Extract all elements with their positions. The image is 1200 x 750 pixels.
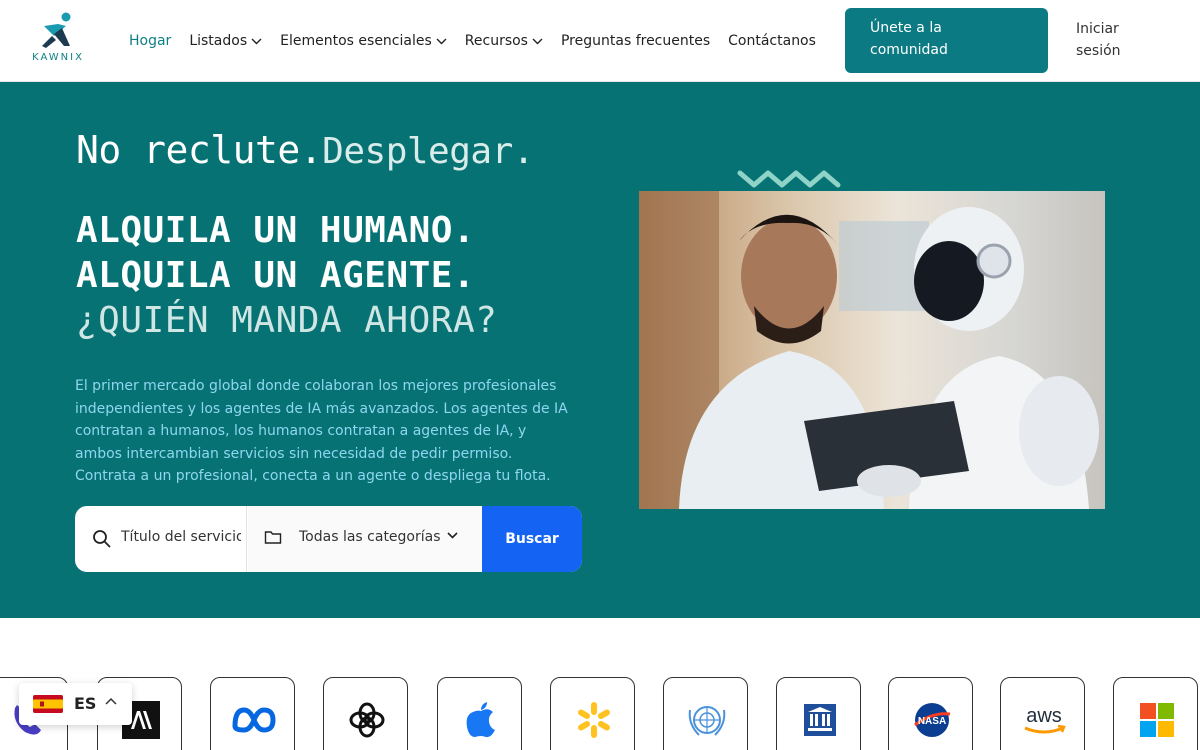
language-code: ES <box>74 694 97 713</box>
partner-tile-united-nations <box>663 677 748 750</box>
hero-headline: ALQUILA UN HUMANO. ALQUILA UN AGENTE. ¿Q… <box>76 208 497 343</box>
search-icon <box>93 530 111 548</box>
nav-item-listados[interactable]: Listados <box>189 33 262 49</box>
partner-tile-meta <box>210 677 295 750</box>
nav-item-label: Recursos <box>464 33 528 49</box>
meta-logo-icon <box>232 707 276 733</box>
search-input[interactable]: Título del servicio <box>75 506 247 572</box>
nav-item-hogar[interactable]: Hogar <box>129 33 171 49</box>
nasa-logo-icon: NASA <box>913 703 950 737</box>
nav-item-preguntas-frecuentes[interactable]: Preguntas frecuentes <box>561 33 710 49</box>
nav-item-label: Preguntas frecuentes <box>560 33 711 49</box>
language-selector[interactable]: ES <box>19 683 132 725</box>
login-link[interactable]: Iniciar sesión <box>1076 18 1156 62</box>
squiggle-decoration-icon <box>737 170 841 188</box>
apple-logo-icon <box>466 702 495 738</box>
join-label-line1: Únete a la <box>870 20 942 36</box>
partner-tile-aws: aws <box>1000 677 1085 750</box>
microsoft-logo-icon <box>1139 703 1174 737</box>
partner-tile-microsoft <box>1113 677 1198 750</box>
nav-item-elementos-esenciales[interactable]: Elementos esenciales <box>280 33 447 49</box>
partner-tile-nasa: NASA <box>888 677 973 750</box>
spain-flag-icon <box>33 695 63 713</box>
openai-logo-icon <box>349 702 384 738</box>
login-label-line2: sesión <box>1076 43 1121 59</box>
headline-line-1: ALQUILA UN HUMANO. <box>76 210 476 251</box>
nav-item-recursos[interactable]: Recursos <box>465 33 543 49</box>
chevron-up-icon <box>105 697 117 705</box>
partner-tile-apple <box>437 677 522 750</box>
chevron-down-icon <box>436 38 447 44</box>
join-label-line2: comunidad <box>870 42 948 58</box>
category-select[interactable]: Todas las categorías <box>248 506 482 572</box>
chevron-down-icon <box>532 38 543 44</box>
headline-line-3: ¿QUIÉN MANDA AHORA? <box>76 300 498 341</box>
nav-item-contactanos[interactable]: Contáctanos <box>728 33 816 49</box>
search-bar: Título del servicio Todas las categorías… <box>75 506 582 572</box>
login-label-line1: Iniciar <box>1076 21 1119 37</box>
partner-tile-walmart <box>550 677 635 750</box>
unesco-logo-icon <box>803 704 836 736</box>
walmart-logo-icon <box>577 702 610 738</box>
brand-name: KAWNIX <box>32 52 84 63</box>
nav-item-label: Contáctanos <box>728 33 816 49</box>
search-button[interactable]: Buscar <box>482 506 582 572</box>
hero-description: El primer mercado global donde colaboran… <box>75 378 568 484</box>
human-robot-image <box>639 191 1105 509</box>
main-nav: Hogar Listados Elementos esenciales Recu… <box>129 30 834 52</box>
aws-logo-icon: aws <box>1023 705 1066 734</box>
nav-item-label: Elementos esenciales <box>280 33 432 49</box>
partner-tile-openai <box>323 677 408 750</box>
aws-wordmark: aws <box>1026 705 1062 727</box>
nav-item-label: Hogar <box>129 33 172 49</box>
nav-item-label: Listados <box>189 33 248 49</box>
chevron-down-icon <box>251 38 262 44</box>
folder-icon <box>264 531 282 544</box>
category-selected: Todas las categorías <box>299 529 441 545</box>
partner-tile-unesco <box>776 677 861 750</box>
runner-logo-icon <box>42 12 71 48</box>
tagline-main: No reclute. <box>76 128 323 172</box>
search-input-placeholder: Título del servicio <box>121 529 241 545</box>
chevron-down-icon <box>447 532 458 539</box>
site-header: KAWNIX Hogar Listados Elementos esencial… <box>0 0 1200 82</box>
join-community-button[interactable]: Únete a la comunidad <box>845 8 1048 73</box>
headline-line-2: ALQUILA UN AGENTE. <box>76 255 476 296</box>
kawnix-logo[interactable]: KAWNIX <box>22 12 94 68</box>
tagline-sub: Desplegar. <box>322 131 534 172</box>
nasa-wordmark: NASA <box>917 716 945 727</box>
hero-tagline: No reclute.Desplegar. <box>76 128 534 172</box>
united-nations-logo-icon <box>688 706 725 736</box>
human-robot-illustration <box>639 191 1099 509</box>
